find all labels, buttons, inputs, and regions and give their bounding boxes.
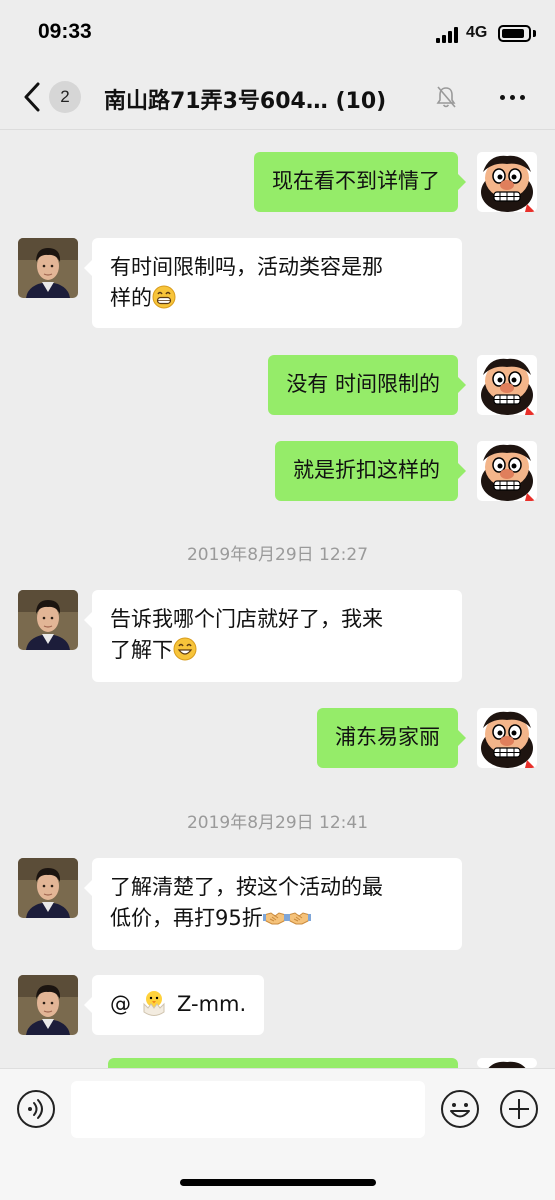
message-text: 现在看不到详情了 (272, 169, 440, 193)
status-time: 09:33 (38, 20, 92, 43)
my-avatar[interactable] (477, 355, 537, 415)
message-text-line: 了解下 (110, 638, 173, 662)
battery-icon (498, 25, 531, 42)
handshake-emoji-icon (262, 912, 287, 925)
signal-strength-icon (436, 27, 460, 43)
message-text-line: 样的 (110, 286, 152, 310)
back-chevron-icon[interactable] (20, 80, 44, 114)
message-text: 就是折扣这样的 (293, 458, 440, 482)
network-type: 4G (466, 24, 488, 41)
home-indicator[interactable] (180, 1179, 376, 1186)
chat-header: 2 南山路71弄3号604… (10) (0, 66, 555, 130)
message-text-line: 了解清楚了，按这个活动的最 (110, 875, 383, 899)
handshake-emoji-icon (286, 912, 311, 925)
message-text-line: 低价，再打95折 (110, 906, 263, 930)
mention-symbol: @ (110, 992, 131, 1016)
more-options-icon[interactable] (498, 85, 528, 109)
emoji-picker-icon[interactable] (440, 1089, 480, 1129)
more-actions-plus-icon[interactable] (499, 1089, 539, 1129)
contact-avatar[interactable] (18, 858, 78, 918)
message-timestamp: 2019年8月29日 12:27 (186, 545, 369, 565)
my-avatar[interactable] (477, 441, 537, 501)
message-text: 浦东易家丽 (335, 725, 440, 749)
message-text-line: 有时间限制吗，活动类容是那 (110, 255, 383, 279)
smiling-face-emoji-icon (173, 637, 197, 661)
incoming-message-bubble[interactable]: 有时间限制吗，活动类容是那 样的 (84, 238, 462, 328)
message-text: 没有 时间限制的 (286, 372, 440, 396)
outgoing-message-bubble[interactable]: 就是折扣这样的 (275, 441, 466, 501)
status-bar: 09:33 4G (0, 0, 555, 66)
battery-tip (533, 30, 536, 37)
incoming-message-bubble[interactable]: 告诉我哪个门店就好了，我来 了解下 (84, 590, 462, 682)
hatching-chick-emoji-icon (143, 991, 165, 1016)
message-text-line: 告诉我哪个门店就好了，我来 (110, 607, 383, 631)
message-text-input[interactable] (71, 1081, 425, 1138)
message-input-bar (0, 1068, 555, 1200)
mention-name: Z-mm. (177, 992, 247, 1016)
voice-input-icon[interactable] (16, 1089, 56, 1129)
unread-count-badge[interactable]: 2 (49, 81, 81, 113)
message-timestamp: 2019年8月29日 12:41 (186, 813, 369, 833)
outgoing-message-bubble[interactable]: 现在看不到详情了 (254, 152, 466, 212)
my-avatar[interactable] (477, 152, 537, 212)
contact-avatar[interactable] (18, 975, 78, 1035)
outgoing-message-bubble-partial (108, 1058, 458, 1068)
incoming-message-bubble[interactable]: @ Z-mm. (83, 975, 265, 1035)
chat-title: 南山路71弄3号604… (10) (104, 89, 387, 114)
grinning-face-emoji-icon (152, 285, 176, 309)
incoming-message-bubble[interactable]: 了解清楚了，按这个活动的最 低价，再打95折 (84, 858, 462, 950)
contact-avatar[interactable] (18, 590, 78, 650)
outgoing-message-bubble[interactable]: 浦东易家丽 (317, 708, 466, 768)
outgoing-message-bubble[interactable]: 没有 时间限制的 (268, 355, 466, 415)
my-avatar[interactable] (477, 708, 537, 768)
contact-avatar[interactable] (18, 238, 78, 298)
muted-bell-icon (436, 86, 456, 108)
my-avatar-partial (477, 1058, 537, 1068)
